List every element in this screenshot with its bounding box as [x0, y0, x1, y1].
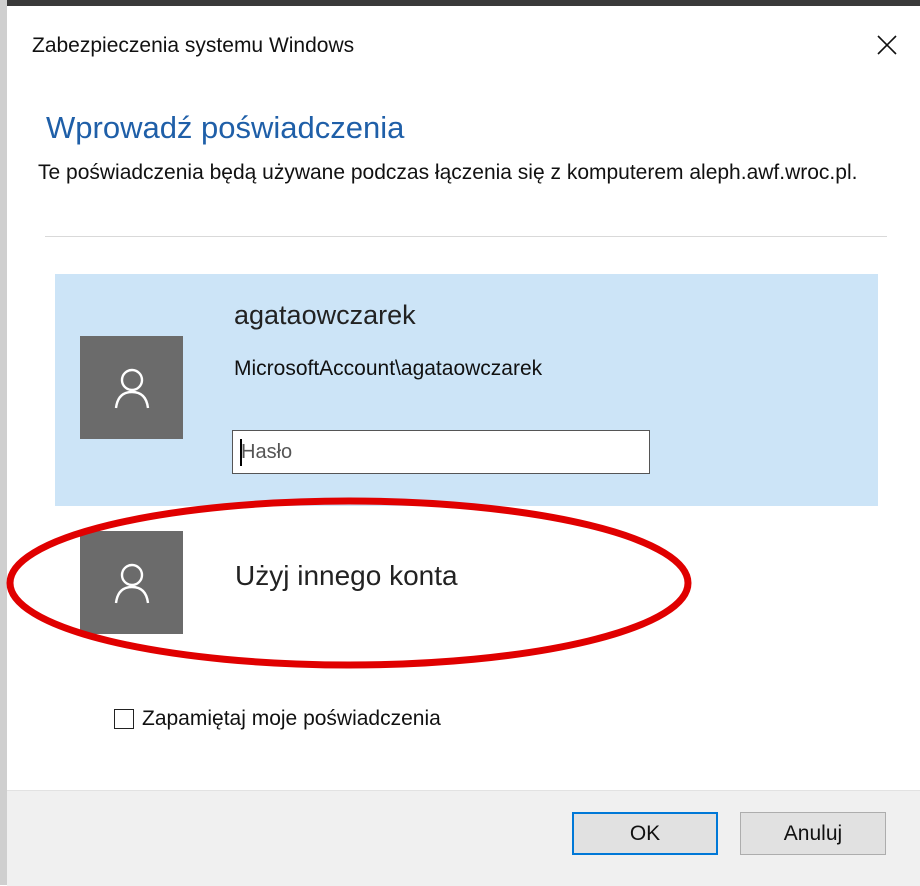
divider — [45, 236, 887, 237]
close-button[interactable] — [866, 24, 908, 66]
dialog-heading: Wprowadź poświadczenia — [46, 110, 405, 145]
cancel-button[interactable]: Anuluj — [740, 812, 886, 855]
user-icon — [114, 563, 149, 603]
window-title: Zabezpieczenia systemu Windows — [32, 34, 355, 57]
remember-credentials-option[interactable]: Zapamiętaj moje poświadczenia — [114, 707, 441, 731]
account-id: MicrosoftAccount\agataowczarek — [234, 357, 543, 380]
remember-checkbox[interactable] — [114, 709, 134, 729]
account-avatar — [80, 336, 183, 439]
password-field[interactable] — [232, 430, 650, 474]
window-frame-left — [0, 0, 7, 885]
text-caret — [240, 439, 242, 466]
other-account-avatar[interactable] — [80, 531, 183, 634]
account-name: agataowczarek — [234, 300, 416, 330]
dialog-description: Te poświadczenia będą używane podczas łą… — [38, 161, 858, 184]
window-frame-top — [0, 0, 920, 6]
ok-button[interactable]: OK — [572, 812, 718, 855]
user-icon — [114, 368, 149, 408]
password-input[interactable] — [233, 431, 649, 473]
use-other-account-option[interactable]: Użyj innego konta — [235, 560, 458, 592]
close-icon — [877, 35, 897, 55]
remember-label: Zapamiętaj moje poświadczenia — [142, 707, 441, 730]
